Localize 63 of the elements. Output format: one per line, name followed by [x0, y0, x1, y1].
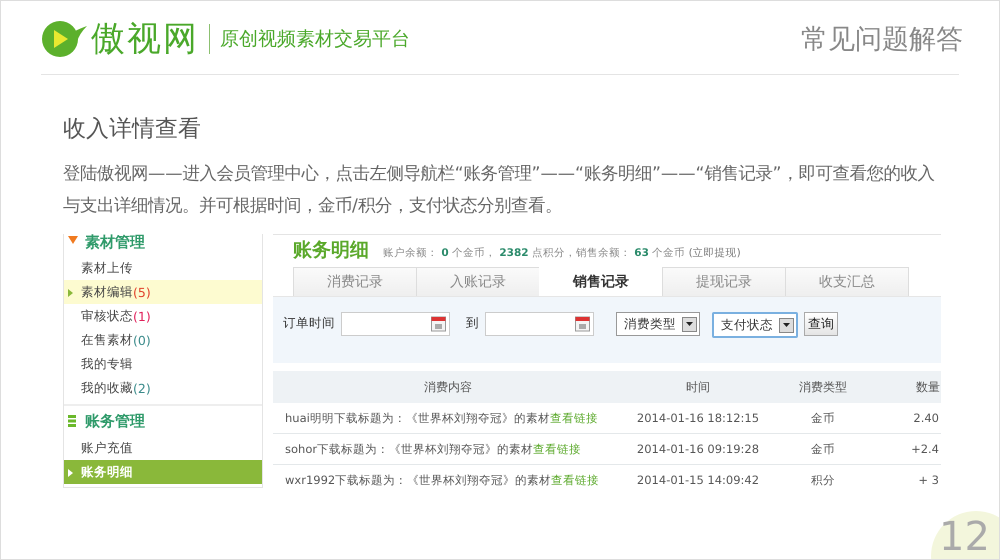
balance-summary: 账户余额： 0 个金币， 2382 点积分，销售余额： 63 个金币 (立即提现) [383, 246, 741, 260]
date-field[interactable] [485, 312, 594, 336]
sidebar-item[interactable]: 我的专辑 [64, 352, 262, 376]
sidebar-item[interactable]: 账户充值 [64, 436, 262, 460]
table-cell: 金币 [773, 434, 873, 464]
caret-icon [682, 316, 697, 332]
query-button[interactable]: 查询 [804, 312, 838, 336]
table-cell: +2.4 [873, 434, 941, 464]
item-count: (5) [133, 284, 151, 300]
dropdown[interactable]: 消费类型 [616, 312, 700, 336]
table-cell: huai明明下载标题为：《世界杯刘翔夺冠》的素材查看链接 [273, 403, 623, 434]
date-field[interactable] [341, 312, 450, 336]
item-label: 素材编辑 [81, 284, 133, 300]
column-header: 消费内容 [273, 371, 623, 403]
arrow-icon [68, 469, 73, 477]
item-label: 我的专辑 [81, 356, 133, 372]
page-heading: 账务明细 [293, 238, 369, 263]
brand-name: 傲视网 [91, 18, 199, 60]
item-label: 素材上传 [81, 260, 133, 276]
column-header: 消费类型 [773, 371, 873, 403]
calendar-icon[interactable] [575, 316, 590, 332]
group-title: 素材管理 [85, 234, 145, 252]
list-icon [68, 415, 78, 427]
table-cell: 2.40 [873, 403, 941, 434]
table-cell: + 3 [873, 464, 941, 488]
page-number: 12 [931, 511, 999, 559]
group-title: 账务管理 [85, 412, 145, 430]
withdraw-link[interactable]: (立即提现) [688, 247, 741, 259]
item-count: (1) [133, 308, 151, 324]
sidebar-item[interactable]: 审核状态(1) [64, 304, 262, 328]
tagline: 原创视频素材交易平台 [220, 26, 410, 52]
item-count: (2) [133, 380, 151, 396]
item-label: 在售素材 [81, 332, 133, 348]
dropdown[interactable]: 支付状态 [712, 312, 798, 338]
sidebar-item[interactable]: 素材上传 [64, 256, 262, 280]
sidebar-group-header[interactable]: 账务管理 [64, 404, 262, 436]
calendar-icon[interactable] [431, 316, 446, 332]
slide-title: 常见问题解答 [801, 22, 963, 56]
item-count: (0) [133, 332, 151, 348]
table-cell: 2014-01-15 14:09:42 [623, 464, 773, 488]
sidebar-item[interactable]: 在售素材(0) [64, 328, 262, 352]
item-label: 账务明细 [81, 464, 133, 480]
column-header: 时间 [623, 371, 773, 403]
sidebar-item[interactable]: 我的收藏(2) [64, 376, 262, 400]
item-label: 我的收藏 [81, 380, 133, 396]
arrow-icon [68, 289, 73, 297]
table-cell: 金币 [773, 403, 873, 434]
item-label: 账户充值 [81, 440, 133, 456]
section-title: 收入详情查看 [63, 115, 202, 144]
sidebar-item[interactable]: 素材编辑(5) [64, 280, 262, 304]
item-label: 审核状态 [81, 308, 133, 324]
description-paragraph: 登陆傲视网——进入会员管理中心，点击左侧导航栏“账务管理”——“账务明细”——“销售记录”，即可查看您的收入与支出详细情况。并可根据时间，金币/积分，支付状态分别查看。 [63, 163, 936, 218]
field-label: 到 [466, 314, 479, 332]
table-cell: wxr1992下载标题为：《世界杯刘翔夺冠》的素材查看链接 [273, 464, 623, 488]
table-cell: 2014-01-16 09:19:28 [623, 434, 773, 464]
table-cell: 积分 [773, 464, 873, 488]
logo-icon [41, 20, 87, 58]
sidebar-group-header[interactable]: 素材管理 [64, 234, 262, 256]
table-cell: sohor下载标题为：《世界杯刘翔夺冠》的素材查看链接 [273, 434, 623, 464]
caret-icon [779, 318, 794, 332]
table-cell: 2014-01-16 18:12:15 [623, 403, 773, 434]
field-label: 订单时间 [283, 314, 335, 332]
column-header: 数量 [873, 371, 941, 403]
